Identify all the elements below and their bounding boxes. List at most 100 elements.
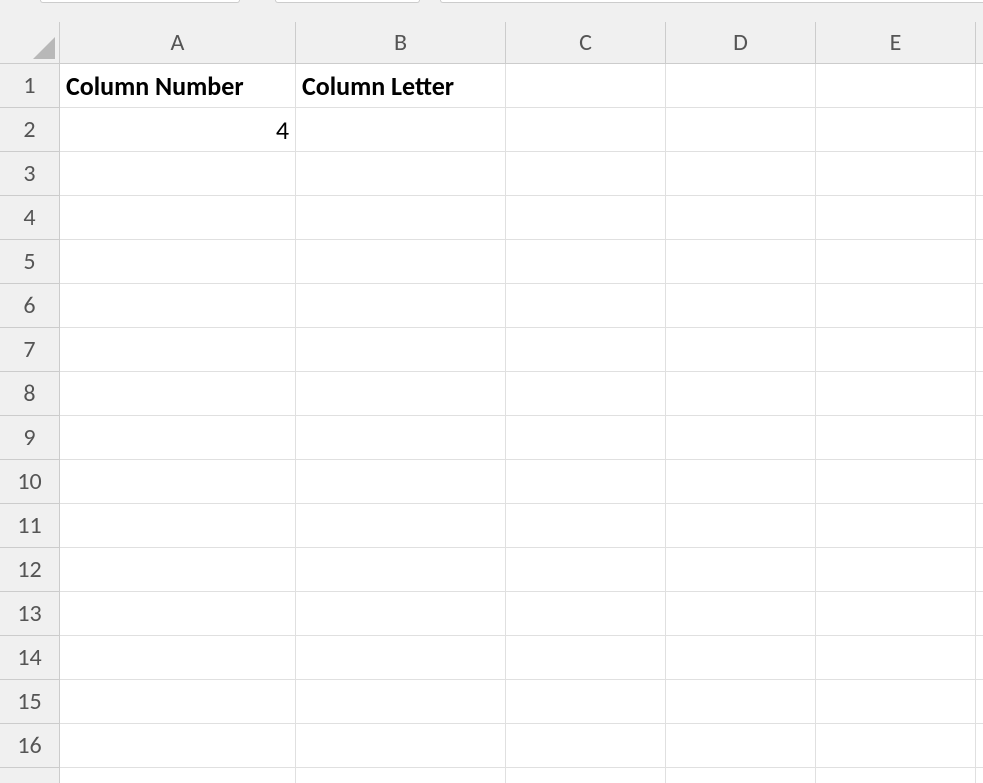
cell-F8[interactable]	[976, 372, 983, 416]
cell-C13[interactable]	[506, 592, 666, 636]
cell-C8[interactable]	[506, 372, 666, 416]
cell-A13[interactable]	[60, 592, 296, 636]
cell-D12[interactable]	[666, 548, 816, 592]
cell-F7[interactable]	[976, 328, 983, 372]
cell-B5[interactable]	[296, 240, 506, 284]
cell-B2[interactable]	[296, 108, 506, 152]
cell-F10[interactable]	[976, 460, 983, 504]
cell-A17[interactable]	[60, 768, 296, 783]
row-header-2[interactable]: 2	[0, 108, 60, 152]
column-header-B[interactable]: B	[296, 22, 506, 64]
cell-C2[interactable]	[506, 108, 666, 152]
cell-A11[interactable]	[60, 504, 296, 548]
cell-A1[interactable]: Column Number	[60, 64, 296, 108]
cell-A8[interactable]	[60, 372, 296, 416]
column-header-E[interactable]: E	[816, 22, 976, 64]
column-header-D[interactable]: D	[666, 22, 816, 64]
row-header-7[interactable]: 7	[0, 328, 60, 372]
cell-F5[interactable]	[976, 240, 983, 284]
cell-A12[interactable]	[60, 548, 296, 592]
cell-B9[interactable]	[296, 416, 506, 460]
cell-D1[interactable]	[666, 64, 816, 108]
cell-A4[interactable]	[60, 196, 296, 240]
cell-C9[interactable]	[506, 416, 666, 460]
cell-C3[interactable]	[506, 152, 666, 196]
cell-A6[interactable]	[60, 284, 296, 328]
cell-E16[interactable]	[816, 724, 976, 768]
row-header-6[interactable]: 6	[0, 284, 60, 328]
row-header-17-partial[interactable]	[0, 768, 60, 783]
cell-B17[interactable]	[296, 768, 506, 783]
cell-D3[interactable]	[666, 152, 816, 196]
cell-B1[interactable]: Column Letter	[296, 64, 506, 108]
row-header-13[interactable]: 13	[0, 592, 60, 636]
cell-E4[interactable]	[816, 196, 976, 240]
cell-C10[interactable]	[506, 460, 666, 504]
cell-B15[interactable]	[296, 680, 506, 724]
cell-D17[interactable]	[666, 768, 816, 783]
cell-D10[interactable]	[666, 460, 816, 504]
cell-C16[interactable]	[506, 724, 666, 768]
row-header-3[interactable]: 3	[0, 152, 60, 196]
cell-E12[interactable]	[816, 548, 976, 592]
cell-B7[interactable]	[296, 328, 506, 372]
cell-F13[interactable]	[976, 592, 983, 636]
column-header-A[interactable]: A	[60, 22, 296, 64]
cell-F15[interactable]	[976, 680, 983, 724]
cell-E5[interactable]	[816, 240, 976, 284]
cell-F11[interactable]	[976, 504, 983, 548]
cell-F4[interactable]	[976, 196, 983, 240]
cell-B13[interactable]	[296, 592, 506, 636]
cell-D14[interactable]	[666, 636, 816, 680]
row-header-1[interactable]: 1	[0, 64, 60, 108]
cell-C11[interactable]	[506, 504, 666, 548]
cell-A3[interactable]	[60, 152, 296, 196]
cell-A2[interactable]: 4	[60, 108, 296, 152]
row-header-16[interactable]: 16	[0, 724, 60, 768]
cell-C1[interactable]	[506, 64, 666, 108]
cell-A5[interactable]	[60, 240, 296, 284]
cell-A10[interactable]	[60, 460, 296, 504]
cell-D13[interactable]	[666, 592, 816, 636]
row-header-8[interactable]: 8	[0, 372, 60, 416]
cell-E2[interactable]	[816, 108, 976, 152]
row-header-11[interactable]: 11	[0, 504, 60, 548]
cell-E1[interactable]	[816, 64, 976, 108]
cell-E10[interactable]	[816, 460, 976, 504]
cell-A16[interactable]	[60, 724, 296, 768]
row-header-9[interactable]: 9	[0, 416, 60, 460]
select-all-corner[interactable]	[0, 22, 60, 64]
row-header-10[interactable]: 10	[0, 460, 60, 504]
cell-B11[interactable]	[296, 504, 506, 548]
cell-C6[interactable]	[506, 284, 666, 328]
cell-D15[interactable]	[666, 680, 816, 724]
cell-B4[interactable]	[296, 196, 506, 240]
cell-A14[interactable]	[60, 636, 296, 680]
cell-E3[interactable]	[816, 152, 976, 196]
cell-B14[interactable]	[296, 636, 506, 680]
cell-F17[interactable]	[976, 768, 983, 783]
cell-E13[interactable]	[816, 592, 976, 636]
row-header-5[interactable]: 5	[0, 240, 60, 284]
cell-E11[interactable]	[816, 504, 976, 548]
column-header-partial[interactable]	[976, 22, 983, 64]
cell-C17[interactable]	[506, 768, 666, 783]
cell-C4[interactable]	[506, 196, 666, 240]
cell-C15[interactable]	[506, 680, 666, 724]
row-header-12[interactable]: 12	[0, 548, 60, 592]
cell-B3[interactable]	[296, 152, 506, 196]
cell-D16[interactable]	[666, 724, 816, 768]
cell-D2[interactable]	[666, 108, 816, 152]
cell-F14[interactable]	[976, 636, 983, 680]
cell-A15[interactable]	[60, 680, 296, 724]
cell-C7[interactable]	[506, 328, 666, 372]
cell-E15[interactable]	[816, 680, 976, 724]
cell-D6[interactable]	[666, 284, 816, 328]
cell-D11[interactable]	[666, 504, 816, 548]
cell-F9[interactable]	[976, 416, 983, 460]
cell-E7[interactable]	[816, 328, 976, 372]
cell-F1[interactable]	[976, 64, 983, 108]
cell-E14[interactable]	[816, 636, 976, 680]
column-header-C[interactable]: C	[506, 22, 666, 64]
cell-F16[interactable]	[976, 724, 983, 768]
